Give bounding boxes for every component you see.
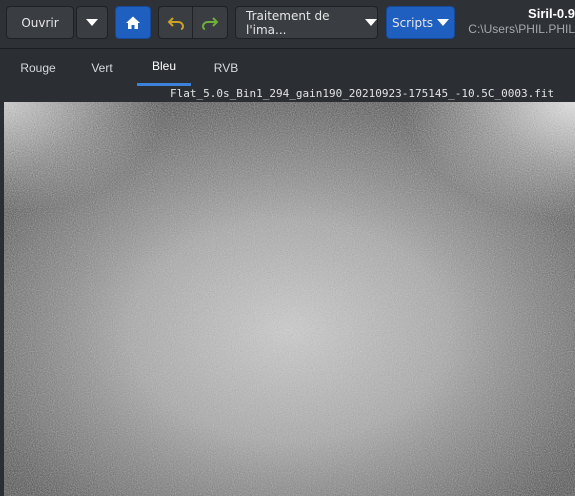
home-icon [126,16,140,29]
scripts-menu-label: Scripts [391,15,434,30]
undo-button[interactable] [158,6,193,39]
chevron-down-icon [86,19,98,26]
image-filename-bar: Flat_5.0s_Bin1_294_gain190_20210923-1751… [0,86,575,102]
redo-button[interactable] [192,6,228,39]
recent-files-dropdown-button[interactable] [76,6,108,39]
tab-rouge[interactable]: Rouge [8,49,68,86]
tab-bleu[interactable]: Bleu [137,49,191,86]
tab-rvb[interactable]: RVB [196,49,256,86]
image-viewer[interactable] [4,102,575,496]
chevron-down-icon [365,19,377,26]
redo-icon [201,16,219,30]
open-button[interactable]: Ouvrir [6,6,74,39]
flat-frame-corner-right [4,102,575,496]
working-directory-path: C:\Users\PHIL.PHIL [468,22,575,36]
tab-label: Bleu [151,59,177,73]
app-title: Siril-0.9 [528,6,575,21]
tab-label: Vert [91,60,113,75]
image-processing-menu-button[interactable]: Traitement de l'ima... [235,6,378,39]
tab-label: Rouge [20,60,56,75]
chevron-down-icon [437,19,450,26]
image-filename: Flat_5.0s_Bin1_294_gain190_20210923-1751… [170,87,555,100]
header-bar: Ouvrir Traitement de l'ima... Scripts Si… [0,0,575,49]
flat-frame-image [4,102,575,496]
open-button-label: Ouvrir [21,15,59,30]
home-button[interactable] [115,6,151,39]
image-processing-menu-label: Traitement de l'ima... [246,8,330,37]
undo-icon [167,16,184,30]
tab-label: RVB [213,60,239,75]
channel-tabs: Rouge Vert Bleu RVB [0,49,575,86]
window-title-area: Siril-0.9 C:\Users\PHIL.PHIL [468,6,575,37]
scripts-menu-button[interactable]: Scripts [386,6,455,39]
tab-vert[interactable]: Vert [72,49,132,86]
